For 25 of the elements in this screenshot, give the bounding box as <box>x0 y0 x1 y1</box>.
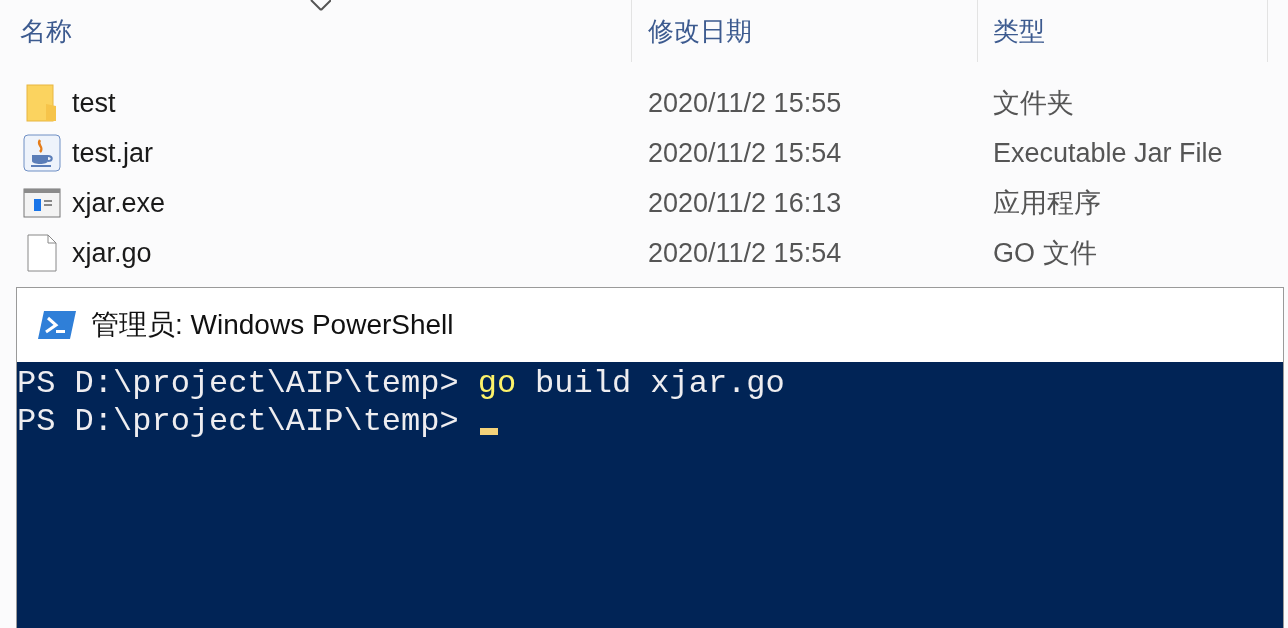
window-title: 管理员: Windows PowerShell <box>91 308 454 342</box>
console-arguments: build xjar.go <box>535 365 785 403</box>
console-prompt: PS D:\project\AIP\temp> <box>17 403 459 441</box>
powershell-icon <box>37 310 77 340</box>
java-cup-icon <box>23 134 61 172</box>
file-name[interactable]: test.jar <box>72 132 154 174</box>
file-type: Executable Jar File <box>992 136 1223 170</box>
application-window-icon <box>23 188 61 218</box>
console-prompt: PS D:\project\AIP\temp> <box>17 365 459 403</box>
column-header[interactable]: 名称 <box>20 11 72 51</box>
modified-date: 2020/11/2 16:13 <box>647 186 843 220</box>
modified-date: 2020/11/2 15:55 <box>647 86 843 120</box>
file-name[interactable]: xjar.exe <box>72 182 166 224</box>
folder-icon <box>26 84 58 122</box>
console-command: go <box>477 365 517 403</box>
file-name[interactable]: xjar.go <box>72 232 152 274</box>
file-type: 文件夹 <box>992 86 1074 120</box>
column-header[interactable]: 类型 <box>993 11 1045 51</box>
file-type: 应用程序 <box>992 186 1101 220</box>
modified-date: 2020/11/2 15:54 <box>647 136 843 170</box>
modified-date: 2020/11/2 15:54 <box>647 236 843 270</box>
file-name[interactable]: test <box>72 82 116 124</box>
document-icon <box>27 234 57 272</box>
file-type: GO 文件 <box>992 236 1097 270</box>
column-header[interactable]: 修改日期 <box>648 11 752 51</box>
